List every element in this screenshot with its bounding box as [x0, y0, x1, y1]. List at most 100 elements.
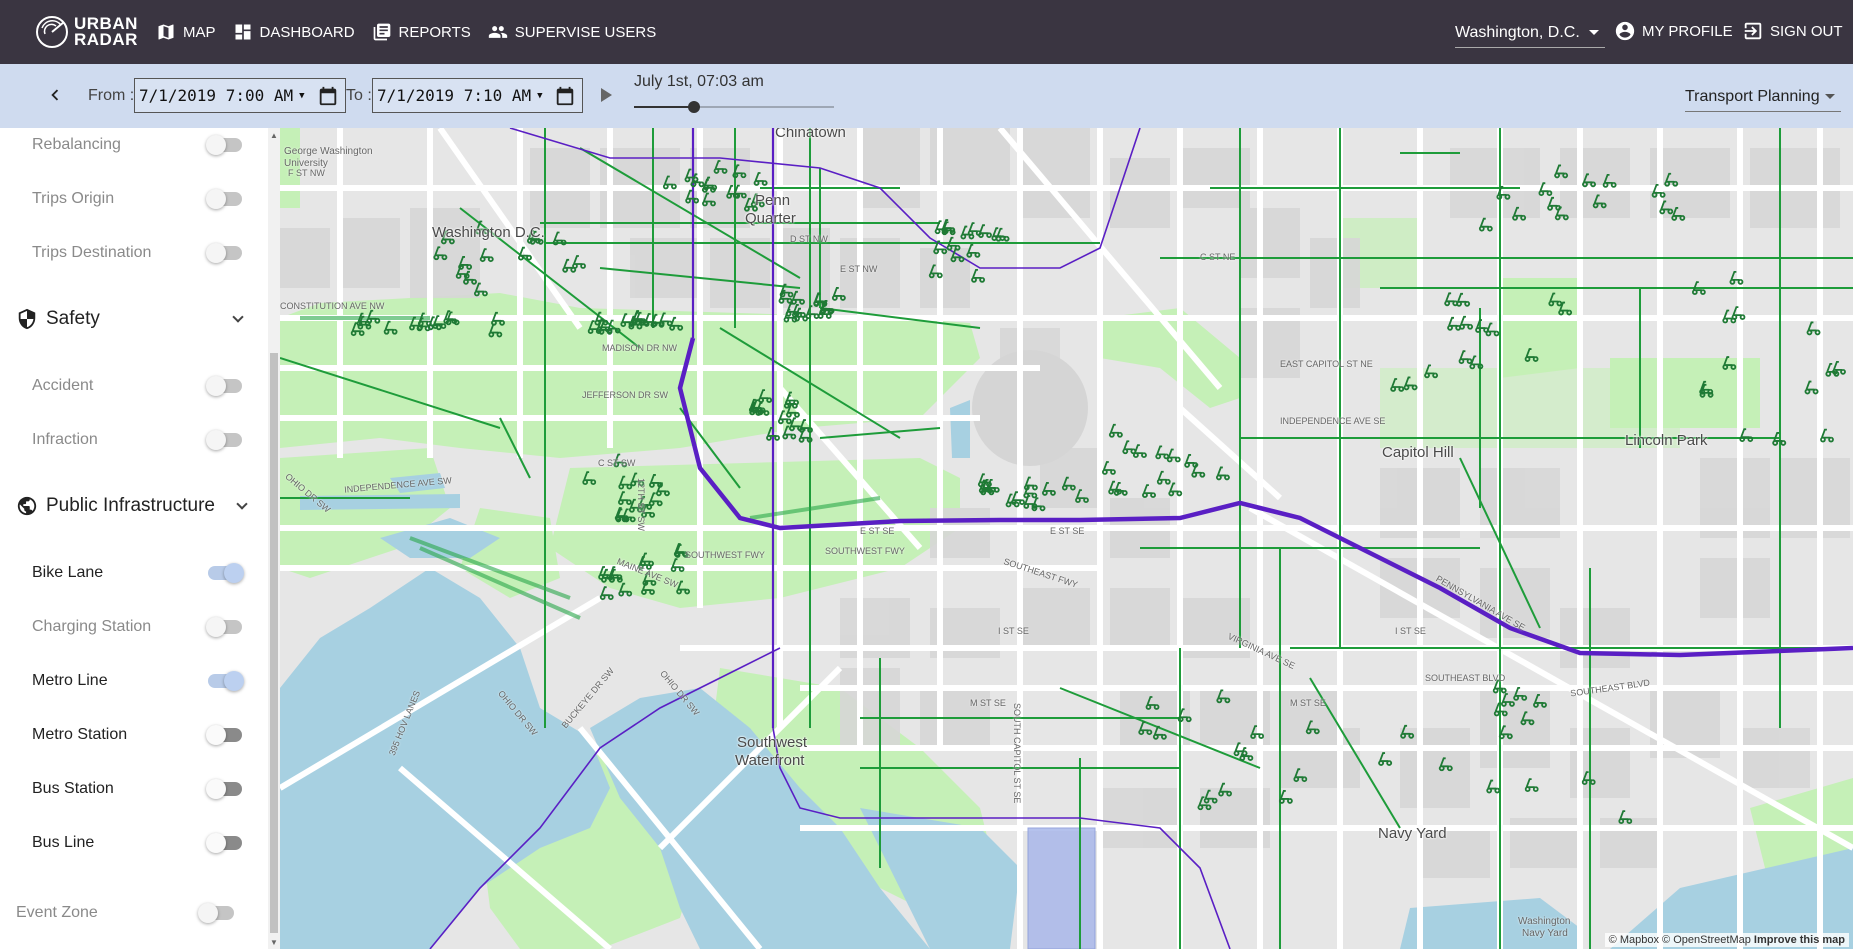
layer-label: Trips Origin	[32, 190, 115, 207]
toggle-knob	[206, 617, 226, 637]
toggle-switch[interactable]	[208, 563, 244, 583]
layer-toggle-metro-line[interactable]: Metro Line	[32, 666, 244, 696]
street-label: INDEPENDENCE AVE SE	[1280, 416, 1386, 426]
section-title: Public Infrastructure	[46, 495, 215, 516]
layer-toggle-metro-station[interactable]: Metro Station	[32, 720, 242, 750]
nav-reports-label: REPORTS	[398, 23, 471, 41]
map-label-waterfront: Waterfront	[735, 752, 805, 769]
sign-out-button[interactable]: SIGN OUT	[1742, 20, 1843, 42]
dropdown-caret-icon	[1589, 30, 1599, 35]
map-label-southwest: Southwest	[737, 734, 808, 751]
to-datetime-value: 7/1/2019 7:10 AM	[377, 86, 532, 105]
toggle-switch[interactable]	[206, 430, 242, 450]
scrollbar-thumb[interactable]	[270, 353, 278, 933]
map-attribution: © Mapbox © OpenStreetMap Improve this ma…	[1604, 933, 1849, 947]
nav-map-label: MAP	[183, 23, 216, 41]
layer-toggle-bus-line[interactable]: Bus Line	[32, 828, 242, 858]
scroll-down-arrow-icon[interactable]: ▼	[270, 938, 278, 947]
dashboard-icon	[235, 24, 251, 40]
nav-supervise-users[interactable]: SUPERVISE USERS	[488, 22, 656, 42]
layer-toggle-trips-destination[interactable]: Trips Destination	[32, 238, 242, 268]
chevron-down-icon	[236, 498, 248, 510]
toggle-switch[interactable]	[208, 671, 244, 691]
map-label-penn: Penn	[755, 192, 791, 209]
map-label-washington: Washington D.C.	[432, 224, 545, 241]
city-select[interactable]: Washington, D.C.	[1455, 18, 1605, 48]
nav-reports[interactable]: REPORTS	[372, 22, 471, 42]
layer-label: Trips Destination	[32, 244, 152, 261]
layer-toggle-trips-origin[interactable]: Trips Origin	[32, 184, 242, 214]
to-datetime-input[interactable]: 7/1/2019 7:10 AM ▼	[372, 78, 583, 113]
toggle-switch[interactable]	[206, 243, 242, 263]
current-time-label: July 1st, 07:03 am	[634, 73, 764, 90]
toggle-switch[interactable]	[206, 189, 242, 209]
nav-map[interactable]: MAP	[156, 22, 216, 42]
map-icon	[158, 24, 174, 40]
logo-text-radar: RADAR	[74, 30, 138, 49]
street-label: M ST SE	[970, 698, 1006, 708]
nav-dashboard[interactable]: DASHBOARD	[233, 22, 355, 42]
plan-select[interactable]: Transport Planning	[1685, 82, 1841, 112]
osm-attribution-link[interactable]: © OpenStreetMap	[1662, 934, 1751, 946]
toggle-switch[interactable]	[198, 903, 234, 923]
layer-label: Charging Station	[32, 618, 152, 635]
toggle-switch[interactable]	[206, 725, 242, 745]
layer-toggle-rebalancing[interactable]: Rebalancing	[32, 130, 242, 160]
radar-logo-icon	[36, 16, 68, 48]
map-label-capitol-hill: Capitol Hill	[1382, 444, 1454, 461]
map-label-gw-university-line1: George Washington	[284, 146, 373, 157]
layer-toggle-event-zone[interactable]: Event Zone	[16, 898, 234, 928]
layer-toggle-bike-lane[interactable]: Bike Lane	[32, 558, 244, 588]
time-slider[interactable]	[634, 101, 834, 113]
from-dropdown-caret-icon[interactable]: ▼	[299, 91, 304, 101]
toggle-knob	[206, 430, 226, 450]
dropdown-caret-icon	[1825, 94, 1835, 99]
calendar-icon[interactable]	[554, 85, 576, 107]
map-canvas[interactable]	[280, 128, 1853, 949]
chevron-left-icon[interactable]	[44, 84, 66, 106]
account-circle-icon	[1615, 21, 1635, 41]
map-label-navy-yard: Navy Yard	[1378, 825, 1447, 842]
toggle-switch[interactable]	[206, 833, 242, 853]
toggle-switch[interactable]	[206, 617, 242, 637]
layer-toggle-bus-station[interactable]: Bus Station	[32, 774, 242, 804]
section-safety[interactable]: Safety	[16, 302, 248, 336]
street-label: CONSTITUTION AVE NW	[280, 301, 385, 311]
city-select-value: Washington, D.C.	[1455, 23, 1580, 41]
toggle-switch[interactable]	[206, 779, 242, 799]
globe-icon	[17, 496, 37, 516]
to-dropdown-caret-icon[interactable]: ▼	[537, 91, 542, 101]
street-label: I ST SE	[998, 626, 1029, 636]
scroll-up-arrow-icon[interactable]: ▲	[270, 131, 278, 140]
street-label: C ST SW	[598, 458, 636, 468]
toggle-switch[interactable]	[206, 376, 242, 396]
map-label-quarter: Quarter	[745, 210, 796, 227]
map-label-navy-yard-station-line2: Navy Yard	[1522, 928, 1568, 939]
map-label-navy-yard-station-line1: Washington	[1518, 916, 1571, 927]
street-label: E ST SE	[860, 526, 895, 536]
my-profile-button[interactable]: MY PROFILE	[1614, 20, 1733, 42]
layers-sidebar: Rebalancing Trips Origin Trips Destinati…	[0, 128, 280, 949]
section-public-infrastructure[interactable]: Public Infrastructure	[16, 489, 252, 523]
urban-radar-logo[interactable]: URBAN RADAR	[34, 12, 140, 52]
street-label: M ST SE	[1290, 698, 1326, 708]
toggle-switch[interactable]	[206, 135, 242, 155]
layer-toggle-charging-station[interactable]: Charging Station	[32, 612, 242, 642]
layer-label: Rebalancing	[32, 136, 121, 153]
toggle-knob	[206, 779, 226, 799]
from-datetime-value: 7/1/2019 7:00 AM	[139, 86, 294, 105]
street-label: JEFFERSON DR SW	[582, 390, 669, 400]
from-datetime-input[interactable]: 7/1/2019 7:00 AM ▼	[134, 78, 346, 113]
layer-toggle-infraction[interactable]: Infraction	[32, 425, 242, 455]
street-label: SOUTHWEST FWY	[685, 550, 765, 560]
shield-icon	[18, 308, 36, 330]
layer-toggle-accident[interactable]: Accident	[32, 371, 242, 401]
play-icon[interactable]	[601, 88, 612, 102]
mapbox-attribution-link[interactable]: © Mapbox	[1609, 934, 1659, 946]
sidebar-scrollbar[interactable]: ▲ ▼	[268, 128, 280, 949]
calendar-icon[interactable]	[317, 85, 339, 107]
improve-map-link[interactable]: Improve this map	[1754, 934, 1845, 946]
street-label: C ST NE	[1200, 252, 1236, 262]
map-view[interactable]: Washington D.C. Chinatown Penn Quarter C…	[280, 128, 1853, 949]
time-slider-thumb[interactable]	[688, 101, 700, 113]
